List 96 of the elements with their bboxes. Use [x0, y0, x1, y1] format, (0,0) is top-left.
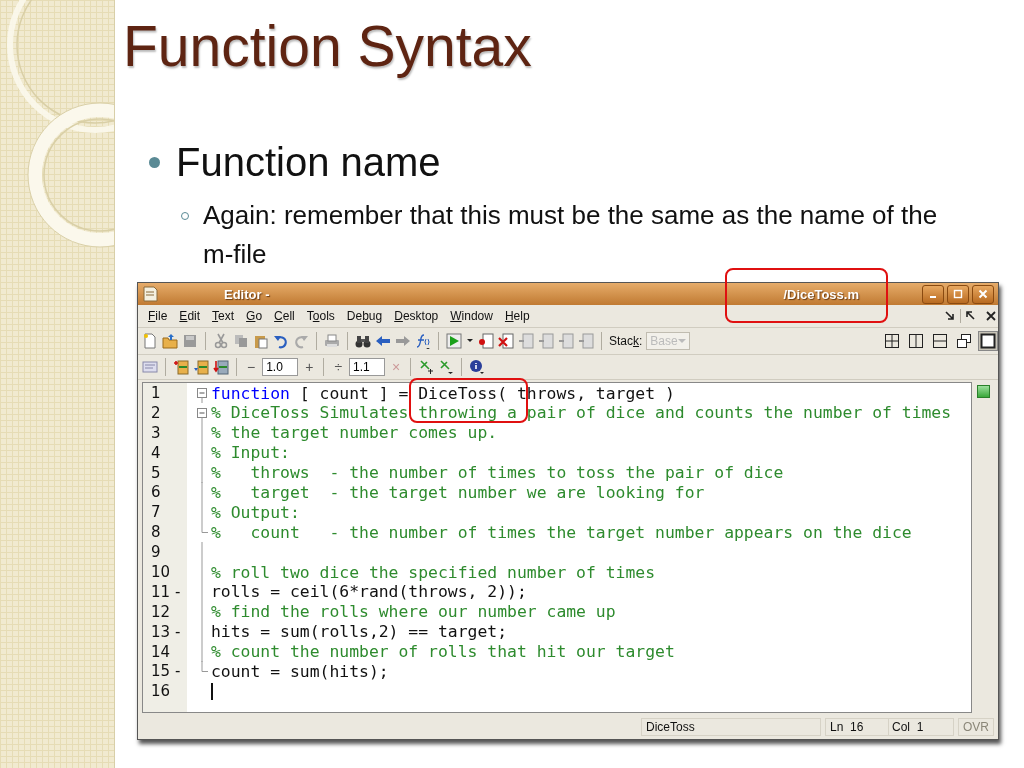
menu-item[interactable]: Cell: [268, 309, 301, 323]
line-number: 10: [151, 563, 171, 581]
bullet-text: Function name: [176, 139, 441, 186]
line-number: 12: [151, 602, 171, 621]
maximize-button[interactable]: [947, 284, 969, 304]
paste-icon[interactable]: [253, 333, 269, 349]
grid-layout-icon[interactable]: [882, 331, 902, 351]
breakpoint-set-icon[interactable]: [478, 333, 494, 349]
code-line: % count - the number of times the target number appears on the dice: [211, 522, 912, 542]
new-file-icon[interactable]: [142, 333, 158, 349]
file-path: /DiceToss.m: [783, 286, 859, 302]
status-indicator-icon: [977, 385, 990, 398]
code-line: count = sum(hits);: [211, 661, 389, 681]
stack-label: Stack:: [609, 334, 643, 348]
floating-windows-icon[interactable]: [954, 331, 974, 351]
window-title: Editor -: [224, 286, 270, 302]
rows-layout-icon[interactable]: [930, 331, 950, 351]
decrease-button[interactable]: −: [244, 359, 259, 375]
undo-icon[interactable]: [273, 333, 289, 349]
code-line: % find the rolls where our number came up: [211, 602, 616, 622]
menu-item[interactable]: Debug: [340, 309, 389, 323]
document-icon[interactable]: [142, 286, 158, 302]
line-number: 11: [151, 582, 171, 601]
menu-item[interactable]: Edit: [173, 309, 207, 323]
close-button[interactable]: [972, 284, 994, 304]
binoculars-icon[interactable]: [355, 333, 371, 349]
menu-item[interactable]: Tools: [300, 309, 341, 323]
line-number: 13: [151, 622, 171, 641]
scissors-icon[interactable]: [213, 333, 229, 349]
menu-item[interactable]: Window: [444, 309, 499, 323]
comment-menu-icon[interactable]: [438, 359, 455, 375]
overwrite-indicator: OVR: [958, 718, 994, 736]
line-number: 3: [151, 423, 161, 442]
printer-icon[interactable]: [324, 333, 340, 349]
executable-marker: -: [175, 622, 181, 641]
increase-button[interactable]: +: [302, 359, 317, 375]
single-window-icon[interactable]: [978, 331, 998, 351]
menu-item[interactable]: Text: [206, 309, 241, 323]
step-icon[interactable]: [518, 333, 534, 349]
open-folder-icon[interactable]: [162, 333, 178, 349]
line-number: 16: [151, 682, 171, 701]
line-number: 7: [151, 503, 161, 522]
menu-item[interactable]: Go: [240, 309, 269, 323]
breakpoint-clear-icon[interactable]: [498, 333, 514, 349]
code-line: rolls = ceil(6*rand(throws, 2));: [211, 582, 527, 602]
line-number: 2: [151, 403, 161, 422]
line-number: 15: [151, 662, 171, 681]
function-icon[interactable]: [415, 333, 431, 349]
line-number: 4: [151, 443, 161, 462]
number-field[interactable]: 1.1: [349, 358, 386, 376]
line-number: 5: [151, 463, 161, 482]
number-field[interactable]: 1.0: [262, 358, 299, 376]
move-cell-icon[interactable]: [193, 359, 209, 375]
line-number: 6: [151, 483, 161, 502]
code-line: % throws - the number of times to toss the pair of dice: [211, 463, 784, 483]
copy-icon[interactable]: [233, 333, 249, 349]
executable-marker: -: [175, 582, 181, 601]
maximize-icon[interactable]: [953, 289, 963, 299]
code-line: % target - the target number we are looking for: [211, 482, 705, 502]
column-position: Col 1: [888, 718, 954, 736]
line-number: 14: [151, 642, 171, 661]
insert-comment-icon[interactable]: [418, 359, 435, 375]
line-number: 1: [151, 384, 161, 402]
code-line: % count the number of rolls that hit our target: [211, 642, 675, 662]
slide-title: Function Syntax: [123, 14, 533, 78]
save-icon[interactable]: [182, 333, 198, 349]
fold-end-mark: [201, 661, 208, 673]
menu-item[interactable]: Desktop: [388, 309, 445, 323]
code-line: % the target number comes up.: [211, 423, 498, 443]
line-position: Ln 16: [825, 718, 889, 736]
undock-icon[interactable]: [943, 309, 957, 323]
split-cell-icon[interactable]: [213, 359, 229, 375]
close-icon[interactable]: [984, 309, 998, 323]
code-line: % Output:: [211, 502, 300, 522]
executable-marker: -: [175, 662, 181, 681]
code-line: % Input:: [211, 443, 290, 463]
columns-layout-icon[interactable]: [906, 331, 926, 351]
menu-item[interactable]: Help: [498, 309, 536, 323]
sub-bullet-text: Again: remember that this must be the same as the name of the m-file: [203, 199, 939, 271]
bullet-dot: [149, 156, 160, 168]
forward-arrow-icon[interactable]: [395, 333, 411, 349]
code-line: % DiceToss Simulates throwing a pair of dice and counts the number of times: [211, 403, 952, 423]
code-editor[interactable]: [142, 382, 972, 713]
minimize-button[interactable]: [922, 284, 944, 304]
info-icon[interactable]: [469, 359, 486, 375]
fold-end-mark: [201, 522, 208, 534]
code-line: hits = sum(rolls,2) == target;: [211, 622, 508, 642]
line-number: 9: [151, 543, 161, 562]
code-line: % roll two dice the specified number of times: [211, 562, 656, 582]
back-arrow-icon[interactable]: [375, 333, 391, 349]
caret-icon: [678, 338, 687, 344]
insert-cell-icon[interactable]: [173, 359, 189, 375]
menu-item[interactable]: File: [142, 309, 174, 323]
function-name: DiceToss: [641, 718, 821, 736]
divide-button[interactable]: ÷: [331, 359, 346, 375]
line-number: 8: [151, 523, 161, 542]
